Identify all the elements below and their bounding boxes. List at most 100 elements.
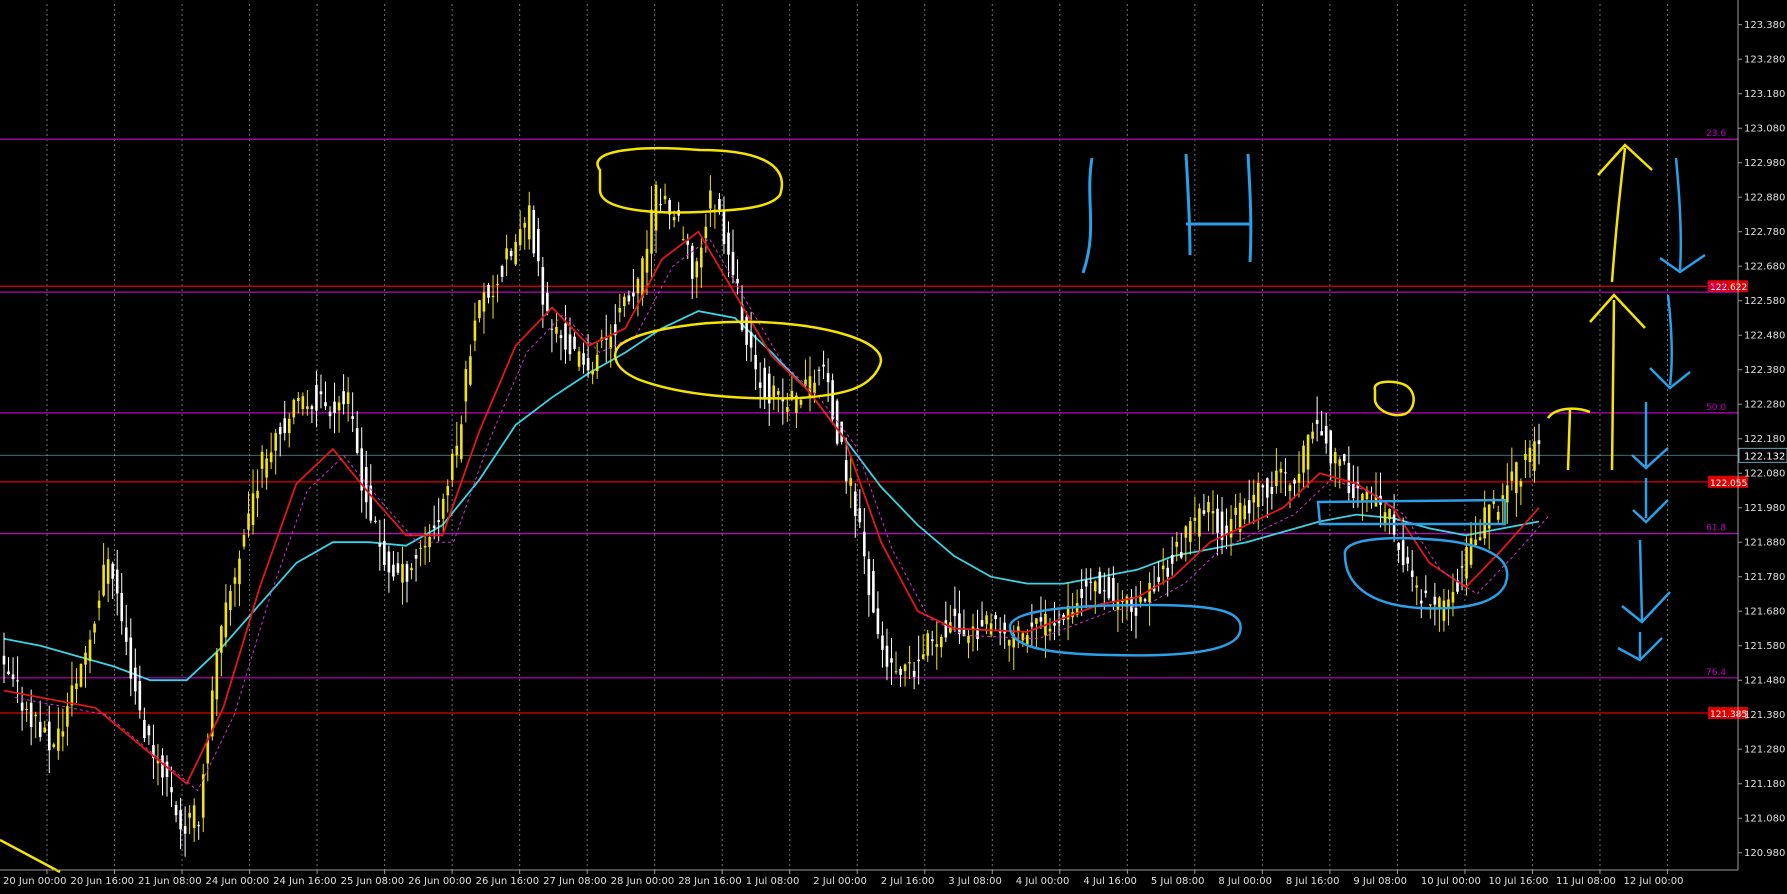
candle-body bbox=[29, 702, 33, 727]
candle-body bbox=[559, 335, 563, 338]
chart-background bbox=[0, 0, 1787, 890]
candle-body bbox=[822, 364, 825, 367]
x-tick-label: 20 Jun 16:00 bbox=[71, 876, 135, 887]
candle-body bbox=[609, 336, 613, 349]
candle-body bbox=[306, 406, 309, 409]
candle-body bbox=[885, 645, 889, 667]
candle-body bbox=[183, 825, 187, 834]
candle-body bbox=[1148, 582, 1151, 603]
y-tick-label: 122.280 bbox=[1744, 400, 1785, 411]
candle-body bbox=[1329, 430, 1333, 464]
candle-body bbox=[93, 623, 96, 633]
candle-body bbox=[437, 520, 440, 522]
candle-body bbox=[192, 805, 196, 828]
candle-body bbox=[1306, 434, 1310, 470]
candle-body bbox=[242, 534, 246, 547]
candle-body bbox=[1288, 485, 1292, 491]
candle-body bbox=[1361, 494, 1364, 501]
candle-body bbox=[432, 525, 436, 529]
candle-body bbox=[441, 498, 445, 519]
y-tick-label: 122.080 bbox=[1744, 469, 1785, 480]
x-tick-label: 2 Jul 16:00 bbox=[881, 876, 935, 887]
x-tick-label: 4 Jul 16:00 bbox=[1083, 876, 1137, 887]
x-tick-label: 10 Jul 16:00 bbox=[1488, 876, 1548, 887]
y-tick-label: 122.380 bbox=[1744, 365, 1785, 376]
candle-body bbox=[351, 416, 354, 420]
candle-body bbox=[410, 567, 413, 571]
candle-body bbox=[446, 486, 450, 496]
y-tick-label: 122.680 bbox=[1744, 262, 1785, 273]
y-tick-label: 120.980 bbox=[1744, 848, 1785, 859]
x-tick-label: 5 Jul 08:00 bbox=[1151, 876, 1205, 887]
candle-body bbox=[460, 424, 463, 460]
candle-body bbox=[636, 278, 640, 294]
candle-body bbox=[749, 332, 753, 348]
candle-body bbox=[1433, 596, 1437, 605]
candle-body bbox=[455, 445, 459, 456]
y-tick-label: 122.580 bbox=[1744, 296, 1785, 307]
candle-body bbox=[1533, 441, 1536, 471]
candle-body bbox=[61, 731, 65, 737]
candle-body bbox=[247, 513, 250, 530]
candle-body bbox=[256, 490, 259, 499]
candle-body bbox=[265, 458, 268, 478]
candle-body bbox=[174, 804, 178, 816]
candle-body bbox=[944, 620, 948, 638]
candle-body bbox=[387, 551, 391, 573]
candle-body bbox=[1383, 512, 1387, 524]
candle-body bbox=[623, 296, 626, 307]
candle-body bbox=[34, 714, 37, 717]
candle-body bbox=[1021, 633, 1025, 641]
candle-body bbox=[844, 460, 848, 482]
y-tick-label: 121.980 bbox=[1744, 503, 1785, 514]
candle-body bbox=[1193, 517, 1197, 521]
x-tick-label: 28 Jun 16:00 bbox=[678, 876, 742, 887]
candle-body bbox=[1252, 494, 1256, 503]
candle-body bbox=[2, 655, 6, 665]
candle-body bbox=[143, 720, 146, 738]
candle-body bbox=[518, 229, 522, 245]
candle-body bbox=[1198, 508, 1201, 537]
candle-body bbox=[555, 326, 558, 334]
candle-body bbox=[1266, 478, 1269, 498]
candle-body bbox=[1338, 459, 1342, 466]
candle-body bbox=[469, 356, 472, 385]
candle-body bbox=[1297, 473, 1301, 483]
candle-body bbox=[586, 358, 590, 371]
x-tick-label: 24 Jun 00:00 bbox=[206, 876, 270, 887]
candle-body bbox=[147, 725, 151, 736]
candle-body bbox=[16, 680, 19, 682]
x-tick-label: 26 Jun 16:00 bbox=[476, 876, 540, 887]
candle-body bbox=[532, 209, 536, 254]
candle-body bbox=[134, 667, 137, 692]
candle-body bbox=[450, 453, 454, 480]
candle-body bbox=[378, 543, 382, 547]
candle-body bbox=[11, 674, 15, 680]
candle-body bbox=[1315, 419, 1319, 424]
candle-body bbox=[97, 600, 101, 608]
candle-body bbox=[754, 354, 757, 370]
candle-body bbox=[464, 369, 468, 402]
level-label: 38.2 bbox=[1706, 282, 1726, 292]
candle-body bbox=[912, 670, 916, 677]
candle-body bbox=[1035, 618, 1038, 624]
candle-body bbox=[66, 706, 69, 727]
candle-body bbox=[1311, 431, 1314, 439]
y-tick-label: 122.980 bbox=[1744, 158, 1785, 169]
candle-body bbox=[1419, 600, 1423, 604]
candle-body bbox=[1080, 588, 1083, 599]
candle-body bbox=[700, 247, 703, 268]
candle-body bbox=[926, 633, 930, 656]
candle-body bbox=[1229, 519, 1233, 538]
y-tick-label: 122.780 bbox=[1744, 227, 1785, 238]
candle-body bbox=[1293, 479, 1296, 484]
candle-body bbox=[224, 602, 228, 638]
x-tick-label: 2 Jul 00:00 bbox=[813, 876, 867, 887]
candle-body bbox=[1342, 454, 1346, 462]
candle-body bbox=[568, 334, 572, 355]
x-tick-label: 3 Jul 08:00 bbox=[948, 876, 1002, 887]
candle-body bbox=[342, 391, 345, 405]
candle-body bbox=[1424, 590, 1428, 594]
candle-body bbox=[1256, 482, 1260, 507]
candle-body bbox=[1170, 555, 1174, 564]
